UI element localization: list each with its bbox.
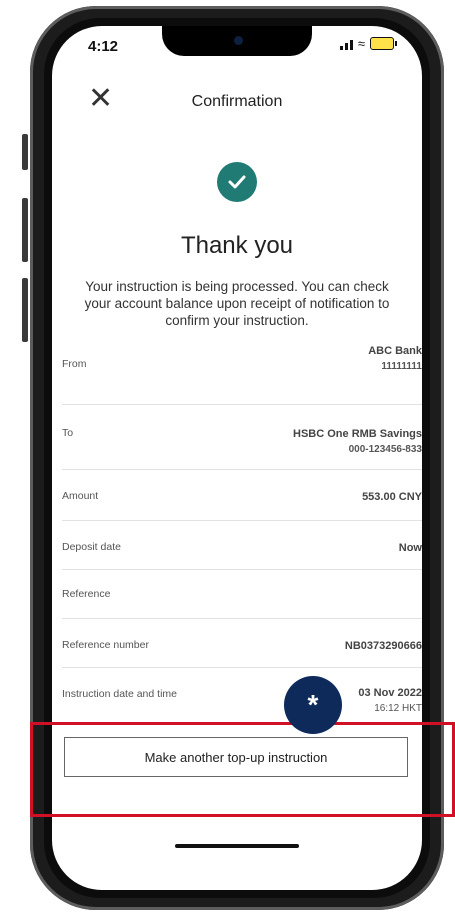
detail-row-to: To HSBC One RMB Savings 000-123456-833 [62, 405, 422, 470]
thank-you-heading: Thank you [180, 232, 294, 259]
page-title: Confirmation [191, 93, 283, 110]
from-bank: ABC Bank [368, 345, 422, 357]
deposit-date-label: Deposit date [62, 541, 121, 553]
detail-row-from: From ABC Bank 11111111 [62, 344, 422, 405]
status-time: 4:12 [88, 38, 119, 55]
volume-up-button [22, 198, 28, 262]
from-label: From [62, 358, 87, 370]
screen: 4:12 ≈ ✕ Confirmation Thank you Your ins… [52, 26, 422, 890]
to-account-name: HSBC One RMB Savings [293, 428, 422, 440]
deposit-date-value: Now [398, 542, 422, 554]
reference-label: Reference [62, 588, 111, 600]
to-value: HSBC One RMB Savings 000-123456-833 [293, 427, 422, 457]
camera-icon [234, 36, 243, 45]
volume-down-button [22, 278, 28, 342]
transaction-details: From ABC Bank 11111111 To HSBC One RMB S… [62, 344, 422, 728]
confirmation-message: Your instruction is being processed. You… [84, 279, 390, 328]
from-account: 11111111 [381, 361, 422, 372]
signal-icon [339, 38, 353, 50]
notch [162, 26, 312, 56]
reference-number-value: NB0373290666 [344, 640, 422, 652]
detail-row-reference: Reference [62, 570, 422, 619]
detail-row-instruction-datetime: Instruction date and time 03 Nov 2022 16… [62, 668, 422, 728]
reference-number-label: Reference number [62, 639, 149, 651]
wifi-icon: ≈ [357, 35, 365, 51]
instruction-date: 03 Nov 2022 [358, 687, 422, 699]
to-account-number: 000-123456-833 [348, 444, 422, 455]
amount-value: 553.00 CNY [362, 491, 422, 503]
from-value: ABC Bank 11111111 [368, 344, 422, 374]
to-label: To [62, 427, 74, 439]
detail-row-deposit-date: Deposit date Now [62, 521, 422, 570]
phone-frame: 4:12 ≈ ✕ Confirmation Thank you Your ins… [22, 6, 450, 910]
battery-icon [370, 37, 397, 50]
annotation-marker: * [284, 676, 342, 734]
amount-label: Amount [62, 490, 99, 502]
make-another-top-up-button[interactable]: Make another top-up instruction [64, 737, 408, 777]
status-icons: ≈ [339, 35, 397, 51]
instruction-datetime-label: Instruction date and time [62, 688, 177, 700]
detail-row-reference-number: Reference number NB0373290666 [62, 619, 422, 668]
mute-switch [22, 134, 28, 170]
detail-row-amount: Amount 553.00 CNY [62, 470, 422, 521]
instruction-time: 16:12 HKT [374, 703, 422, 714]
check-icon [217, 162, 257, 202]
instruction-datetime-value: 03 Nov 2022 16:12 HKT [358, 686, 422, 716]
home-indicator[interactable] [175, 844, 299, 848]
